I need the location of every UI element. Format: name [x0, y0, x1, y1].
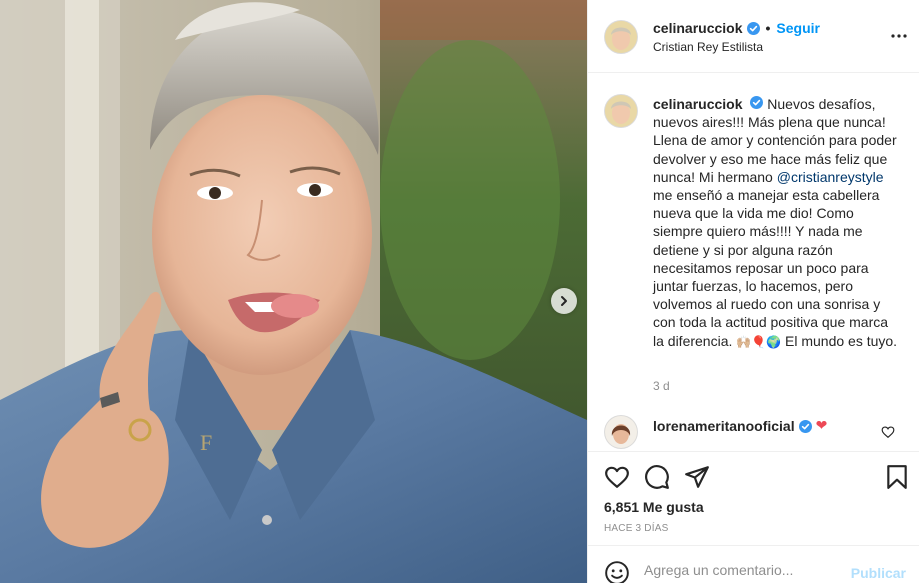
next-photo-button[interactable]	[551, 288, 577, 314]
avatar-image	[605, 95, 637, 127]
caption-emojis: 🙌🏼🎈🌍	[736, 334, 782, 349]
verified-badge-icon	[750, 96, 764, 109]
verified-badge-icon	[746, 21, 760, 35]
chevron-right-icon	[561, 296, 567, 306]
post-header: celinarucciok • Seguir Cristian Rey Esti…	[588, 0, 919, 73]
add-comment-bar: Publicar	[588, 545, 919, 583]
verified-badge-icon	[798, 419, 812, 433]
post-actions: 6,851 Me gusta HACE 3 DÍAS	[588, 451, 919, 545]
caption-timestamp[interactable]: 3 d	[653, 379, 670, 393]
publish-button[interactable]: Publicar	[851, 565, 906, 581]
author-avatar[interactable]	[605, 21, 637, 53]
post-time-ago[interactable]: HACE 3 DÍAS	[604, 523, 668, 534]
post-location[interactable]: Cristian Rey Estilista	[653, 40, 763, 54]
comment-input[interactable]	[644, 562, 844, 578]
caption-mention-link[interactable]: @cristianreystyle	[777, 169, 884, 185]
comments-section: celinarucciok Nuevos desafíos, nuevos ai…	[588, 73, 919, 451]
post-side-panel: celinarucciok • Seguir Cristian Rey Esti…	[587, 0, 919, 583]
emoji-smile-icon[interactable]	[604, 560, 630, 583]
likes-count[interactable]: 6,851 Me gusta	[604, 499, 704, 515]
follow-button[interactable]: Seguir	[776, 20, 820, 36]
comment-icon[interactable]	[644, 464, 670, 490]
caption-text-part2: me enseñó a manejar esta cabellera nueva…	[653, 187, 889, 349]
share-icon[interactable]	[684, 464, 710, 490]
author-username[interactable]: celinarucciok	[653, 20, 743, 36]
header-separator: •	[765, 20, 771, 36]
post-image: F	[0, 0, 587, 583]
avatar-image	[605, 416, 637, 448]
post-caption: celinarucciok Nuevos desafíos, nuevos ai…	[653, 95, 901, 351]
commenter-avatar[interactable]	[605, 416, 637, 448]
comment-text: ❤	[815, 418, 828, 434]
avatar-image	[605, 21, 637, 53]
bookmark-icon[interactable]	[884, 464, 910, 490]
caption-text-end: El mundo es tuyo.	[785, 332, 898, 349]
more-options-button[interactable]	[890, 27, 908, 45]
neck-letter: F	[200, 430, 212, 455]
caption-avatar[interactable]	[605, 95, 637, 127]
heart-icon[interactable]	[604, 464, 630, 490]
comment-like-heart-icon[interactable]	[881, 425, 895, 439]
commenter-username[interactable]: lorenameritanooficial	[653, 418, 795, 434]
post-photo[interactable]: F	[0, 0, 587, 583]
more-options-icon	[891, 34, 907, 38]
caption-username[interactable]: celinarucciok	[653, 96, 743, 112]
